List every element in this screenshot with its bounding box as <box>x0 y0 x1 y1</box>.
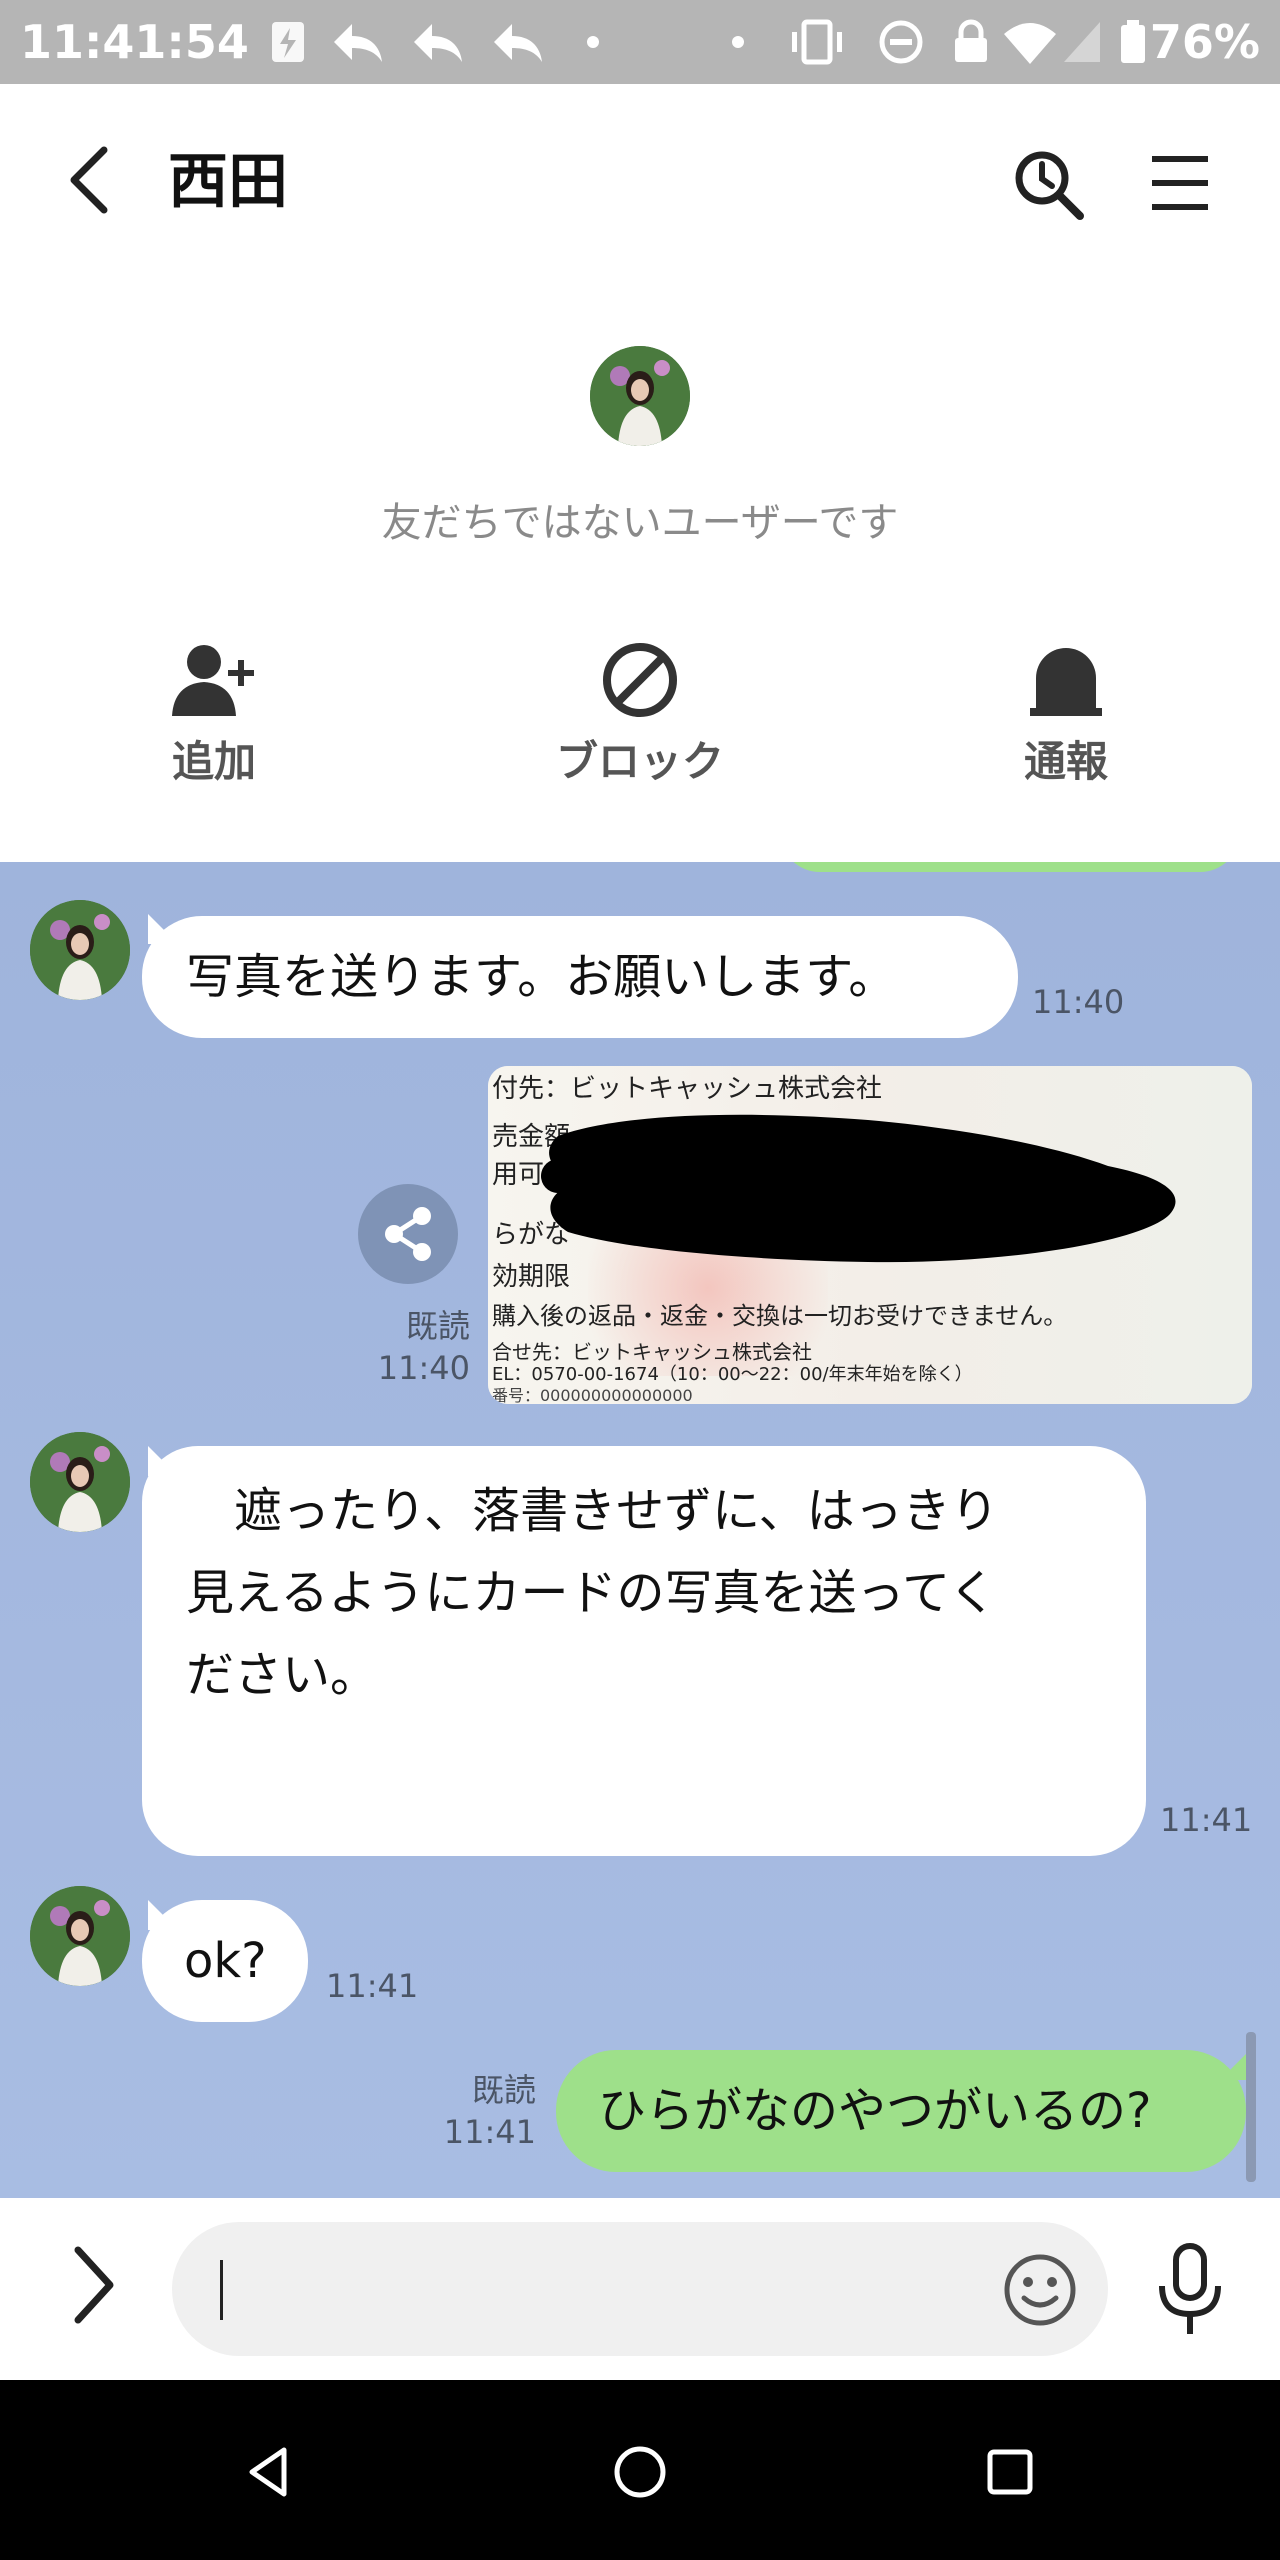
microphone-icon[interactable] <box>1150 2240 1230 2340</box>
redaction-scribble <box>541 1114 1176 1263</box>
do-not-disturb-icon <box>879 20 923 64</box>
sent-image[interactable]: 付先：ビットキャッシュ株式会社 売金額 用可 らがな 効期限 購入後の返品・返金… <box>488 1066 1252 1404</box>
add-friend-button[interactable]: 追加 <box>104 640 324 789</box>
vibrate-icon <box>792 19 842 65</box>
back-nav-icon[interactable] <box>240 2442 300 2502</box>
report-icon <box>1030 648 1102 716</box>
reply-icon <box>494 24 542 62</box>
message-bubble[interactable]: 遮ったり、落書きせずに、はっきり 見えるようにカードの写真を送ってく ださい。 <box>142 1446 1146 1856</box>
reply-icon <box>414 24 462 62</box>
reply-icon <box>334 24 382 62</box>
block-button[interactable]: ブロック <box>530 640 750 789</box>
message-text-line: 遮ったり、落書きせずに、はっきり <box>186 1483 999 1539</box>
read-receipt: 既読 <box>471 2071 536 2109</box>
block-icon <box>603 643 677 717</box>
home-nav-icon[interactable] <box>610 2442 670 2502</box>
lock-icon <box>955 19 987 62</box>
dot-icon <box>587 36 599 48</box>
search-icon[interactable] <box>1010 146 1086 222</box>
chevron-right-icon[interactable] <box>70 2240 120 2330</box>
scrollbar[interactable] <box>1246 2032 1256 2182</box>
message-input[interactable] <box>172 2222 1108 2356</box>
battery-level: 76% <box>1149 15 1260 69</box>
sender-avatar[interactable] <box>30 900 130 1000</box>
status-bar: 11:41:54 76% <box>0 0 1280 84</box>
report-button[interactable]: 通報 <box>956 640 1176 789</box>
message-bubble[interactable]: ok? <box>142 1900 308 2022</box>
block-label: ブロック <box>555 737 724 786</box>
avatar[interactable] <box>590 346 690 446</box>
sender-avatar[interactable] <box>30 1886 130 1986</box>
message-text: ok? <box>184 1933 267 1989</box>
battery-icon <box>1121 20 1145 63</box>
recents-nav-icon[interactable] <box>980 2442 1040 2502</box>
system-navigation-bar <box>0 2380 1280 2560</box>
message-time: 11:40 <box>1032 983 1125 1021</box>
chat-area[interactable]: 写真を送ります。お願いします。 11:40 既読 11:40 付先：ビットキャッ… <box>0 862 1280 2198</box>
message-text-line: 見えるようにカードの写真を送ってく <box>186 1565 997 1621</box>
add-friend-icon <box>172 645 254 716</box>
add-friend-label: 追加 <box>171 737 256 786</box>
back-icon[interactable] <box>60 140 120 220</box>
message-bubble[interactable]: ひらがなのやつがいるの? <box>556 2050 1246 2172</box>
dot-icon <box>732 36 744 48</box>
message-text: 写真を送ります。お願いします。 <box>186 949 897 1005</box>
status-time: 11:41:54 <box>20 15 249 69</box>
read-receipt: 既読 <box>405 1307 470 1345</box>
wifi-icon <box>1004 23 1056 64</box>
previous-message-bubble <box>780 862 1240 872</box>
message-bubble[interactable]: 写真を送ります。お願いします。 <box>142 916 1018 1038</box>
share-icon <box>385 1207 431 1261</box>
sender-avatar[interactable] <box>30 1432 130 1532</box>
message-time: 11:40 <box>377 1349 470 1387</box>
menu-icon[interactable] <box>1150 150 1210 216</box>
message-text: ひらがなのやつがいるの? <box>598 2083 1152 2139</box>
share-button[interactable] <box>358 1184 458 1284</box>
message-text-line: ださい。 <box>186 1647 379 1703</box>
message-time: 11:41 <box>443 2113 536 2151</box>
not-friend-notice: 友だちではないユーザーです <box>381 500 899 546</box>
emoji-icon[interactable] <box>1000 2250 1080 2330</box>
message-time: 11:41 <box>326 1967 419 2005</box>
battery-charging-icon <box>272 22 304 62</box>
report-label: 通報 <box>1023 737 1108 786</box>
signal-icon <box>1064 22 1100 62</box>
text-caret <box>220 2260 223 2320</box>
message-time: 11:41 <box>1160 1801 1253 1839</box>
chat-title: 西田 <box>168 147 288 217</box>
